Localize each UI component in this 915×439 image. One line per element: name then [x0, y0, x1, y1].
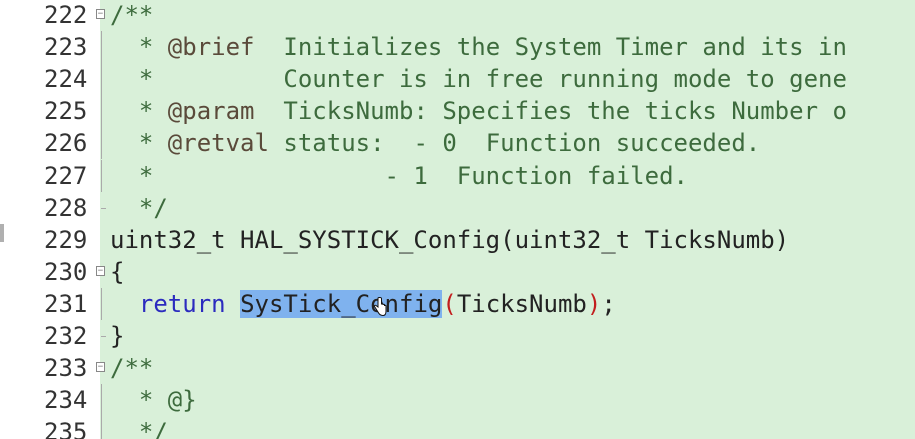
code-line[interactable]: 227 * - 1 Function failed.: [0, 159, 915, 192]
code-line[interactable]: 222−/**: [0, 0, 915, 31]
fold-guide: [101, 127, 102, 160]
code-token: {: [110, 257, 125, 286]
code-line[interactable]: 226 * @retval status: - 0 Function succe…: [0, 127, 915, 160]
code-token: * @}: [110, 386, 197, 415]
hand-pointer-icon: [373, 297, 387, 317]
code-token: *: [110, 33, 168, 62]
line-number: 235: [44, 418, 88, 439]
code-text[interactable]: {: [110, 256, 124, 288]
code-token: uint32_t HAL_SYSTICK_Config(uint32_t Tic…: [110, 225, 790, 254]
code-text[interactable]: * Counter is in free running mode to gen…: [110, 63, 847, 95]
fold-guide: [101, 63, 102, 96]
code-token: @param: [167, 97, 255, 126]
code-text[interactable]: * @param TicksNumb: Specifies the ticks …: [110, 95, 847, 127]
fold-guide: [101, 159, 102, 192]
code-line[interactable]: 229 uint32_t HAL_SYSTICK_Config(uint32_t …: [0, 224, 915, 256]
line-number: 224: [44, 65, 88, 94]
fold-toggle-icon[interactable]: −: [96, 265, 105, 276]
line-number: 232: [44, 322, 88, 350]
code-text[interactable]: */: [110, 192, 168, 224]
code-text[interactable]: /**: [110, 352, 153, 384]
keyword-token: return: [138, 289, 226, 318]
code-token: *: [110, 97, 168, 126]
code-text[interactable]: * @retval status: - 0 Function succeeded…: [110, 127, 760, 159]
line-number: 226: [44, 129, 88, 158]
line-number: 228: [44, 193, 88, 222]
code-line[interactable]: 223 * @brief Initializes the System Time…: [0, 31, 915, 64]
code-editor[interactable]: 222−/** 223 * @brief Initializes the Syst…: [0, 0, 915, 439]
line-number: 227: [44, 161, 88, 190]
code-text[interactable]: }: [110, 320, 124, 352]
fold-guide: [101, 287, 102, 320]
code-token: /**: [110, 354, 154, 383]
code-token: *: [110, 129, 168, 158]
code-line[interactable]: 225 * @param TicksNumb: Specifies the ti…: [0, 95, 915, 128]
code-token: }: [110, 322, 125, 350]
code-token: * - 1 Function failed.: [110, 161, 688, 190]
code-text[interactable]: * - 1 Function failed.: [110, 160, 688, 192]
code-line[interactable]: 228 */: [0, 192, 915, 224]
code-token: ): [586, 289, 602, 318]
fold-guide: [101, 384, 102, 417]
fold-guide: [101, 31, 102, 64]
code-token: status: - 0 Function succeeded.: [268, 129, 761, 158]
code-line[interactable]: 224 * Counter is in free running mode to…: [0, 63, 915, 96]
code-text[interactable]: uint32_t HAL_SYSTICK_Config(uint32_t Tic…: [110, 224, 789, 256]
code-text[interactable]: /**: [110, 0, 153, 31]
fold-guide: [101, 336, 106, 337]
code-text[interactable]: * @}: [110, 384, 197, 416]
code-token: @brief: [167, 33, 255, 62]
code-token: */: [110, 418, 168, 439]
code-token: /**: [110, 1, 154, 29]
code-text[interactable]: */: [110, 416, 168, 439]
line-number: 234: [44, 386, 88, 415]
code-text[interactable]: return SysTick_Config(TicksNumb);: [110, 288, 616, 320]
code-line[interactable]: 233−/**: [0, 352, 915, 384]
fold-guide: [101, 95, 102, 128]
fold-toggle-icon[interactable]: −: [96, 9, 105, 19]
line-number: 229: [44, 225, 88, 254]
line-number: 225: [44, 97, 88, 126]
line-number: 230: [44, 257, 88, 286]
code-token: @retval: [167, 129, 269, 158]
line-number: 222: [44, 1, 88, 29]
code-token: ;: [601, 289, 616, 318]
code-text[interactable]: * @brief Initializes the System Timer an…: [110, 31, 847, 63]
code-line[interactable]: 235 */: [0, 416, 915, 439]
code-token: */: [110, 193, 168, 222]
code-token: (: [442, 289, 457, 318]
code-line[interactable]: 230−{: [0, 256, 915, 288]
code-line[interactable]: 231 return SysTick_Config(TicksNumb);: [0, 287, 915, 320]
fold-toggle-icon[interactable]: −: [96, 362, 105, 373]
selected-identifier: SysTick_Config: [240, 289, 443, 318]
fold-guide: [101, 416, 102, 439]
line-number: 223: [44, 33, 88, 62]
code-token: * Counter is in free running mode to gen…: [110, 65, 847, 94]
code-line[interactable]: 234 * @}: [0, 384, 915, 417]
code-token: TicksNumb: [456, 289, 587, 318]
fold-guide: [101, 207, 106, 209]
code-token: Initializes the System Timer and its in: [254, 33, 847, 62]
line-number: 231: [44, 289, 88, 318]
code-token: TicksNumb: Specifies the ticks Number o: [254, 97, 847, 126]
line-number: 233: [44, 354, 88, 383]
code-line[interactable]: 232}: [0, 320, 915, 352]
